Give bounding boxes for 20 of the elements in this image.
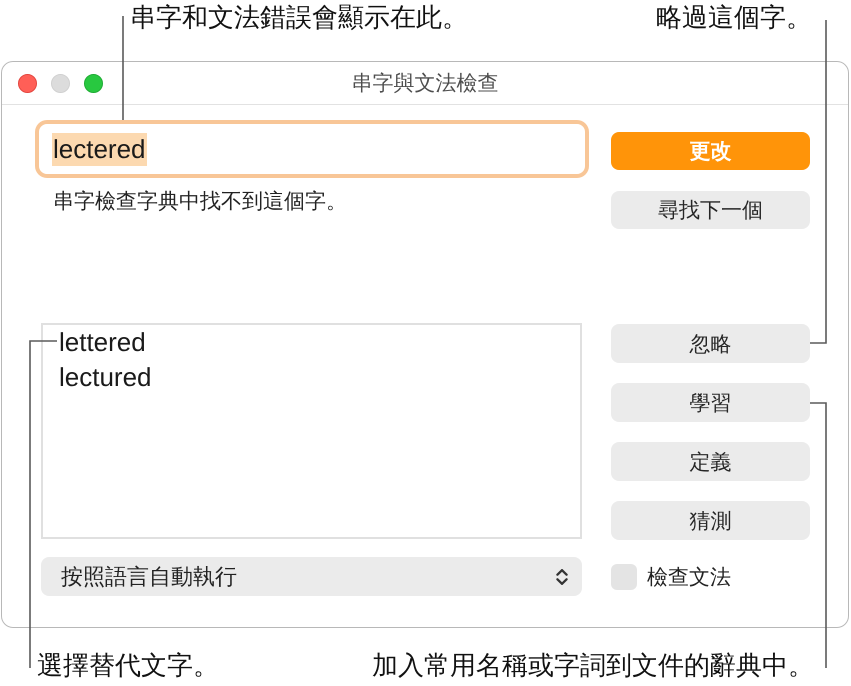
word-field[interactable]: lectered xyxy=(35,120,589,178)
error-message: 串字檢查字典中找不到這個字。 xyxy=(52,190,348,214)
language-popup[interactable]: 按照語言自動執行 xyxy=(41,557,582,596)
define-button[interactable]: 定義 xyxy=(611,442,810,481)
guess-button[interactable]: 猜測 xyxy=(611,501,810,540)
suggestion-item[interactable]: lectured xyxy=(59,360,152,395)
checkbox-label: 檢查文法 xyxy=(647,565,731,591)
callout-text: 串字和文法錯誤會顯示在此。 xyxy=(130,1,468,33)
zoom-button[interactable] xyxy=(84,74,103,92)
window-title: 串字與文法檢查 xyxy=(352,71,498,97)
chevron-updown-icon xyxy=(556,568,568,584)
find-next-button[interactable]: 尋找下一個 xyxy=(611,191,810,229)
suggestion-item[interactable]: lettered xyxy=(59,325,146,360)
callout-text: 加入常用名稱或字詞到文件的辭典中。 xyxy=(372,649,814,681)
learn-button[interactable]: 學習 xyxy=(611,383,810,422)
ignore-button[interactable]: 忽略 xyxy=(611,324,810,363)
grammar-checkbox[interactable] xyxy=(611,564,637,590)
callout-text: 選擇替代文字。 xyxy=(37,649,219,681)
close-button[interactable] xyxy=(18,74,37,92)
callout-text: 略過這個字。 xyxy=(656,1,812,33)
